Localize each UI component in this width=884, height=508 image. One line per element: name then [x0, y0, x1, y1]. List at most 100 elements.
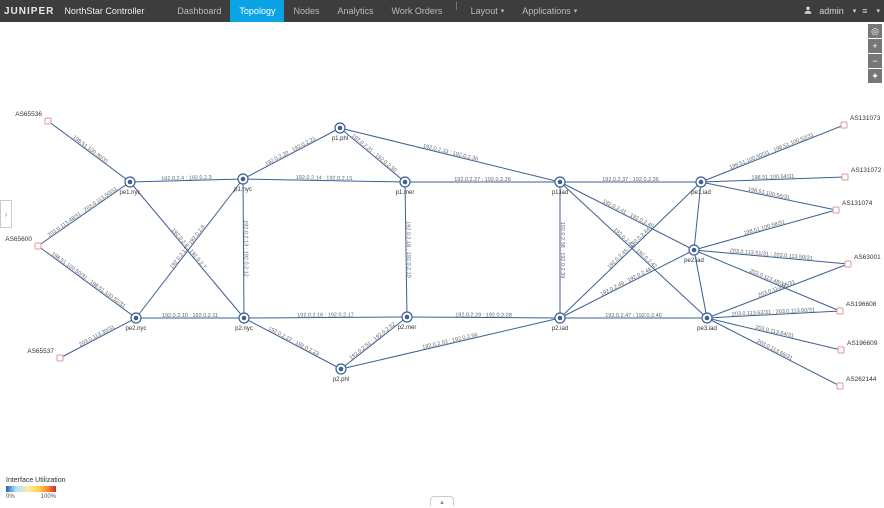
link-label: 192.0.2.41 : 192.0.2.40 [601, 199, 654, 230]
brand-label: JUNIPER [4, 6, 54, 17]
link-label: 192.0.2.4 : 192.0.2.3 [161, 175, 212, 182]
link-label: 192.0.2.53 : 192.0.2.56 [422, 332, 478, 351]
recenter-button[interactable]: ◎ [868, 24, 882, 38]
router-label: p2.iad [552, 326, 568, 332]
zoom-out-button[interactable]: − [868, 54, 882, 68]
link-label: 203.0.113.48/31 : 203.0.113.50/31 [47, 186, 119, 238]
as-node[interactable] [837, 383, 843, 389]
router-node[interactable] [239, 313, 249, 323]
nav-topology[interactable]: Topology [230, 0, 284, 22]
chevron-down-icon: ▾ [853, 7, 857, 15]
apps-label: Applications [522, 6, 571, 16]
nav-analytics[interactable]: Analytics [328, 0, 382, 22]
router-node[interactable] [131, 313, 141, 323]
settings-button[interactable]: ✦ [868, 69, 882, 83]
menu-icon[interactable]: ≡ [862, 6, 867, 16]
chevron-down-icon: ▾ [501, 7, 505, 15]
as-node[interactable] [845, 261, 851, 267]
link-label: 192.0.2.33 : 192.0.2.36 [422, 143, 478, 162]
router-label: pe3.iad [697, 326, 717, 332]
topbar-right: admin ▾ ≡ ▾ [803, 5, 880, 17]
link-label: 198.51.100.54/31 [751, 174, 794, 181]
router-node[interactable] [335, 123, 345, 133]
link-label: 198.51.100.56/31 [747, 187, 790, 202]
nav-separator: | [455, 0, 457, 22]
legend-title: Interface Utilization [6, 477, 66, 484]
link-label: 203.0.113.64/31 [755, 325, 795, 340]
link-label: 192.0.2.49 : 192.0.2.48 [600, 267, 653, 298]
router-node[interactable] [689, 245, 699, 255]
router-node[interactable] [400, 177, 410, 187]
as-node[interactable] [57, 355, 63, 361]
router-node[interactable] [702, 313, 712, 323]
as-node[interactable] [45, 118, 51, 124]
router-label: p2.nyc [235, 326, 253, 332]
topology-svg[interactable]: 198.51.100.30/31 203.0.113.48/31 : 203.0.… [0, 22, 884, 484]
as-node[interactable] [838, 347, 844, 353]
router-node[interactable] [402, 312, 412, 322]
link-label: 203.0.113.62/31 : 203.0.113.60/31 [732, 307, 815, 317]
router-label: p2.mer [398, 325, 417, 331]
nav-dashboard[interactable]: Dashboard [168, 0, 230, 22]
as-label: AS131074 [842, 200, 873, 207]
chevron-down-icon: ▾ [876, 7, 880, 15]
zoom-in-button[interactable]: + [868, 39, 882, 53]
user-label[interactable]: admin [819, 6, 844, 16]
router-node[interactable] [555, 313, 565, 323]
nav-applications[interactable]: Applications ▾ [513, 0, 586, 22]
as-node[interactable] [837, 308, 843, 314]
link-label: 192.0.2.18 : 192.0.2.19 [405, 221, 412, 278]
router-label: p1.nyc [234, 187, 252, 193]
top-bar: JUNIPER NorthStar Controller Dashboard T… [0, 0, 884, 22]
expand-left-button[interactable]: › [0, 200, 12, 228]
link-label: 192.0.2.38 : 192.0.2.39 [559, 222, 565, 279]
link-label: 192.0.2.27 : 192.0.2.26 [454, 177, 511, 183]
link-label: 198.51.100.30/31 [71, 135, 109, 165]
user-icon [803, 5, 813, 17]
link-label: 192.0.2.51 : 192.0.2.52 [349, 322, 397, 362]
router-label: pe1.iad [691, 190, 711, 196]
as-node[interactable] [842, 174, 848, 180]
nav-workorders[interactable]: Work Orders [382, 0, 451, 22]
router-label: p1.iad [552, 190, 568, 196]
as-label: AS196609 [847, 340, 878, 347]
link-label: 192.0.2.10 : 192.0.2.11 [162, 313, 218, 319]
link-label: 192.0.2.20 : 192.0.2.21 [264, 136, 317, 168]
nav-nodes[interactable]: Nodes [284, 0, 328, 22]
link-label: 198.51.100.58/31 [743, 219, 786, 236]
as-label: AS65537 [27, 348, 54, 355]
map-controls: ◎ + − ✦ [868, 24, 882, 83]
link-label: 198.51.100.50/31 : 198.51.100.52/31 [729, 132, 815, 171]
product-label: NorthStar Controller [64, 6, 144, 16]
link-label: 203.0.113.66/31 [756, 339, 794, 362]
link-label: 203.0.113.51/31 : 203.0.113.50/31 [729, 248, 812, 262]
nav-layout[interactable]: Layout ▾ [462, 0, 514, 22]
router-label: pe2.iad [684, 258, 704, 264]
link-label: 192.0.2.29 : 192.0.2.28 [455, 312, 512, 318]
as-node[interactable] [833, 207, 839, 213]
router-label: p1.phl [332, 136, 348, 142]
legend: Interface Utilization 0% 100% [6, 477, 66, 500]
legend-high: 100% [41, 494, 56, 500]
as-node[interactable] [841, 122, 847, 128]
as-label: AS63001 [854, 254, 881, 261]
as-label: AS65600 [5, 236, 32, 243]
as-label: AS131072 [851, 167, 882, 174]
as-label: AS262144 [846, 376, 877, 383]
router-node[interactable] [696, 177, 706, 187]
router-node[interactable] [336, 364, 346, 374]
router-node[interactable] [238, 174, 248, 184]
panel-expand-button[interactable]: ▴ [430, 496, 454, 506]
link-label: 192.0.2.43 : 192.0.2.42 [612, 227, 658, 270]
link-label: 192.0.2.14 : 192.0.2.15 [296, 175, 353, 182]
link-label: 192.0.2.22 : 192.0.2.23 [267, 326, 320, 358]
topology-canvas[interactable]: 198.51.100.30/31 203.0.113.48/31 : 203.0.… [0, 22, 884, 484]
link-label: 203.0.113.30/31 [78, 324, 116, 348]
as-label: AS65536 [15, 111, 42, 118]
link-label: 192.0.2.31 : 192.0.2.30 [350, 133, 397, 174]
router-node[interactable] [125, 177, 135, 187]
link-label: 198.51.100.50/31 : 198.51.100.52/31 [50, 251, 126, 309]
router-node[interactable] [555, 177, 565, 187]
as-node[interactable] [35, 243, 41, 249]
router-label: p2.phl [333, 377, 349, 383]
